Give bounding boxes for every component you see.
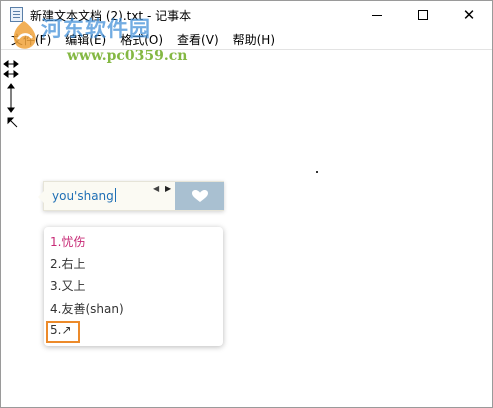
candidate-item-2[interactable]: 2.右上: [50, 255, 85, 272]
close-icon: ✕: [462, 5, 476, 24]
menu-view[interactable]: 查看(V): [170, 31, 226, 48]
ime-bar-pointer: [38, 191, 44, 203]
ime-candidate-list: 1.忧伤 2.右上 3.又上 4.友善(shan) 5.↗: [44, 227, 223, 346]
close-button[interactable]: ✕: [446, 1, 492, 29]
candidate-item-1[interactable]: 1.忧伤: [50, 233, 85, 250]
stray-mark: [316, 171, 318, 173]
minimize-icon: [372, 14, 382, 16]
minimize-button[interactable]: [354, 1, 400, 29]
candidate-item-3[interactable]: 3.又上: [50, 277, 85, 294]
ime-input-value: you'shang: [52, 189, 114, 203]
menu-help[interactable]: 帮助(H): [226, 31, 282, 48]
heart-icon: [191, 190, 208, 202]
ime-caret: [114, 188, 116, 202]
ime-skin-button[interactable]: [175, 182, 224, 210]
previous-page-icon[interactable]: ◀: [153, 184, 159, 193]
candidate-highlight-box: [46, 321, 80, 343]
ime-input-bar[interactable]: you'shang ◀ ▶: [38, 181, 224, 211]
candidate-item-4[interactable]: 4.友善(shan): [50, 300, 124, 317]
notepad-window: 新建文本文档 (2).txt - 记事本 ✕ 文件(F) 编辑(E) 格式(O)…: [0, 0, 493, 408]
maximize-icon: [418, 10, 428, 20]
ime-composition-text: you'shang: [52, 188, 116, 203]
watermark-logo-icon: [13, 21, 36, 49]
cursor-shapes-icon: [3, 60, 19, 128]
next-page-icon[interactable]: ▶: [165, 184, 171, 193]
maximize-button[interactable]: [400, 1, 446, 29]
watermark-site-name: 河东软件园: [41, 16, 151, 41]
